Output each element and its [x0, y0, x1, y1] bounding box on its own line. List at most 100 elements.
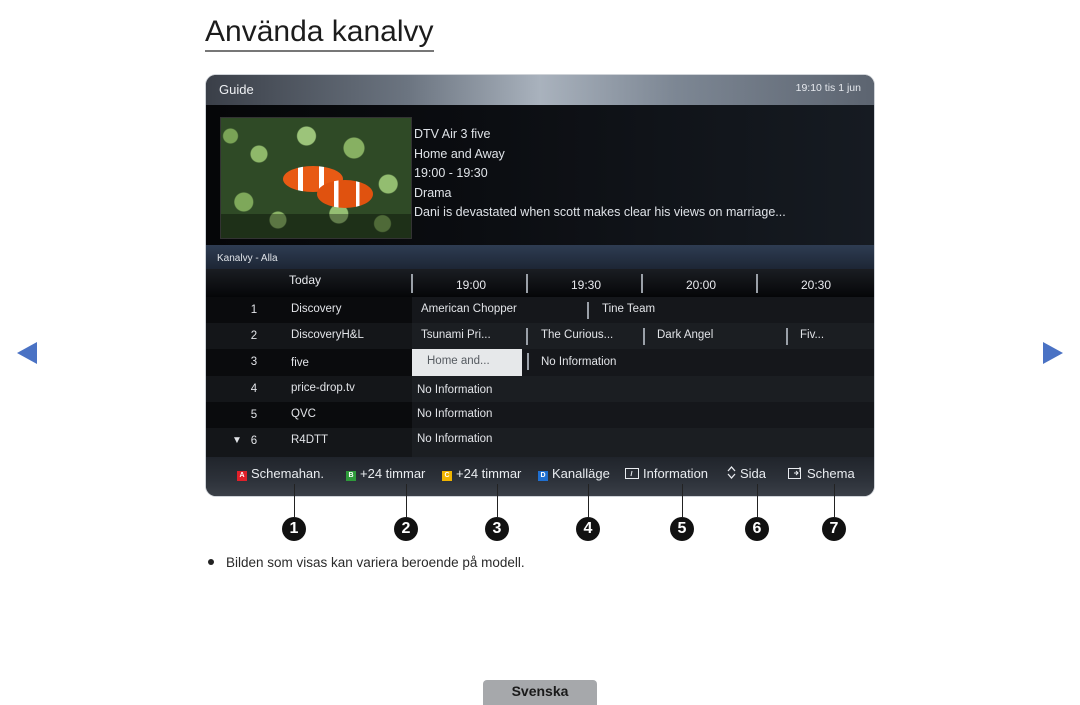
program-name: Home and Away — [414, 146, 505, 161]
time-divider — [756, 274, 758, 293]
program-time: 19:00 - 19:30 — [414, 166, 488, 180]
tv-guide-screenshot: Guide 19:10 tis 1 jun DTV Air 3 five Hom… — [206, 75, 874, 496]
program-cell[interactable]: Fiv... — [800, 329, 824, 341]
callout-line — [294, 484, 295, 517]
channel-number: 4 — [250, 383, 258, 395]
footer-button-label: Sida — [740, 466, 767, 481]
selected-program-label: Home and... — [427, 355, 490, 367]
program-cell[interactable]: No Information — [417, 433, 492, 445]
footer-button-label: Kanalläge — [552, 466, 610, 481]
program-genre: Drama — [414, 185, 452, 200]
program-cell[interactable]: Tsunami Pri... — [421, 329, 491, 341]
note-item: Bilden som visas kan variera beroende på… — [208, 555, 525, 570]
channel-name: five — [291, 357, 309, 369]
program-cell[interactable]: No Information — [417, 408, 492, 420]
program-cell[interactable]: American Chopper — [421, 303, 517, 315]
channel-number: 3 — [250, 356, 258, 368]
program-details: DTV Air 3 five Home and Away 19:00 - 19:… — [414, 125, 786, 223]
timeline-header: Today 19:00 19:30 20:00 20:30 — [206, 269, 874, 297]
program-info-panel: DTV Air 3 five Home and Away 19:00 - 19:… — [206, 105, 874, 245]
program-cell[interactable]: Tine Team — [602, 303, 655, 315]
guide-title: Guide — [219, 82, 254, 97]
callout-line — [497, 484, 498, 517]
scroll-down-icon[interactable]: ▼ — [232, 435, 242, 446]
page-button[interactable]: Sida — [727, 466, 766, 481]
time-divider — [641, 274, 643, 293]
time-divider — [411, 274, 413, 293]
channel-name: DiscoveryH&L — [291, 329, 364, 341]
guide-header: Guide 19:10 tis 1 jun — [206, 75, 874, 105]
time-divider — [526, 274, 528, 293]
selected-program-cell[interactable]: Home and... — [412, 349, 522, 376]
program-description: Dani is devastated when scott makes clea… — [414, 205, 786, 219]
prev-page-arrow-icon[interactable] — [17, 342, 37, 364]
channel-row[interactable]: ▼ 6 R4DTT No Information — [206, 428, 874, 457]
time-slot: 20:30 — [800, 278, 832, 292]
callout-line — [588, 484, 589, 517]
callout-badge: 5 — [670, 517, 694, 541]
time-slot: 19:00 — [455, 278, 487, 292]
channel-list-title: Kanalvy - Alla — [217, 253, 278, 264]
language-tab[interactable]: Svenska — [483, 680, 597, 705]
schedule-icon — [788, 467, 801, 479]
program-cell[interactable]: The Curious... — [541, 329, 613, 341]
program-channel: DTV Air 3 five — [414, 127, 491, 141]
bullet-icon — [208, 559, 214, 565]
footer-button-label: Schemahan. — [251, 466, 324, 481]
footer-button-label: Schema — [807, 466, 855, 481]
info-icon — [625, 468, 639, 479]
callout-line — [682, 484, 683, 517]
callout-badge: 2 — [394, 517, 418, 541]
red-a-key-icon: A — [237, 471, 247, 481]
channel-number: 6 — [250, 435, 258, 447]
time-slot: 19:30 — [570, 278, 602, 292]
clownfish-image — [317, 180, 373, 208]
footer-button-label: Information — [643, 466, 709, 481]
note-text: Bilden som visas kan variera beroende på… — [226, 555, 525, 570]
callout-badge: 3 — [485, 517, 509, 541]
channel-row[interactable]: 4 price-drop.tv No Information — [206, 376, 874, 402]
callout-badge: 1 — [282, 517, 306, 541]
program-cell[interactable]: Dark Angel — [657, 329, 713, 341]
callout-line — [406, 484, 407, 517]
yellow-button-plus24[interactable]: C +24 timmar — [442, 466, 521, 481]
channel-row[interactable]: 5 QVC No Information — [206, 402, 874, 428]
footer-button-label: +24 timmar — [360, 466, 426, 481]
yellow-c-key-icon: C — [442, 471, 452, 481]
channel-number: 2 — [250, 330, 258, 342]
channel-name: R4DTT — [291, 434, 329, 446]
guide-footer: A Schemahan. B +24 timmar C +24 timmar D Kan… — [206, 457, 874, 496]
channel-number: 5 — [250, 409, 258, 421]
channel-list-header: Kanalvy - Alla — [206, 245, 874, 269]
program-cell[interactable]: No Information — [417, 384, 492, 396]
time-slot: 20:00 — [685, 278, 717, 292]
red-button-schedule-manager[interactable]: A Schemahan. — [237, 466, 324, 481]
channel-row[interactable]: 3 five Home and... No Information — [206, 349, 874, 376]
callout-line — [834, 484, 835, 517]
channel-row[interactable]: 2 DiscoveryH&L Tsunami Pri... The Curiou… — [206, 323, 874, 349]
channel-name: Discovery — [291, 303, 342, 315]
next-page-arrow-icon[interactable] — [1043, 342, 1063, 364]
blue-d-key-icon: D — [538, 471, 548, 481]
callout-badge: 6 — [745, 517, 769, 541]
channel-name: price-drop.tv — [291, 382, 355, 394]
program-preview-image — [220, 117, 412, 239]
callout-badge: 7 — [822, 517, 846, 541]
blue-button-channel-mode[interactable]: D Kanalläge — [538, 466, 610, 481]
callout-badge: 4 — [576, 517, 600, 541]
channel-row[interactable]: 1 Discovery American Chopper Tine Team — [206, 297, 874, 323]
channel-number: 1 — [250, 304, 258, 316]
channel-name: QVC — [291, 408, 316, 420]
information-button[interactable]: Information — [625, 466, 708, 481]
page-up-down-icon — [727, 466, 736, 479]
guide-clock: 19:10 tis 1 jun — [795, 82, 861, 94]
program-cell[interactable]: No Information — [541, 356, 616, 368]
callout-line — [757, 484, 758, 517]
page-title: Använda kanalvy — [205, 14, 434, 52]
footer-button-label: +24 timmar — [456, 466, 522, 481]
green-b-key-icon: B — [346, 471, 356, 481]
schedule-button[interactable]: Schema — [788, 466, 855, 481]
green-button-plus24[interactable]: B +24 timmar — [346, 466, 425, 481]
channel-grid: 1 Discovery American Chopper Tine Team 2… — [206, 297, 874, 457]
day-label: Today — [289, 273, 322, 287]
